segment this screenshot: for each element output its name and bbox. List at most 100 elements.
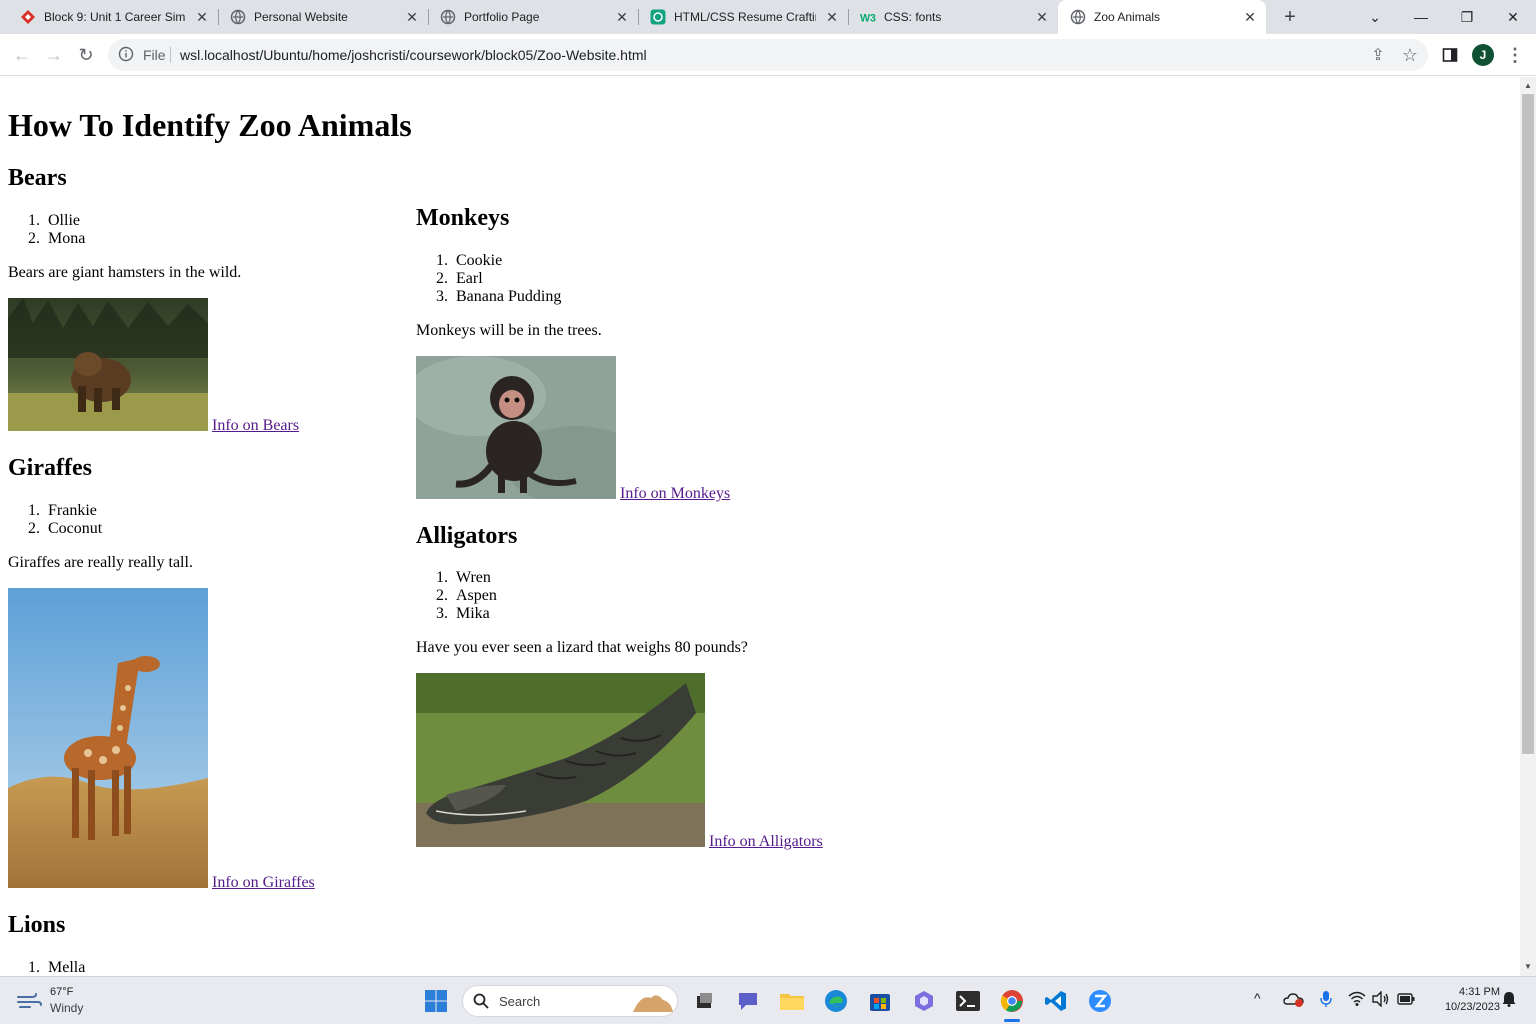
list-item: 2. Aspen bbox=[436, 587, 497, 604]
info-on-bears-link[interactable]: Info on Bears bbox=[212, 417, 299, 435]
info-on-giraffes-link[interactable]: Info on Giraffes bbox=[212, 874, 315, 892]
tab-resume-crafting[interactable]: HTML/CSS Resume Crafting ✕ bbox=[630, 0, 848, 34]
taskbar-search[interactable]: Search bbox=[462, 985, 678, 1017]
globe-icon bbox=[440, 9, 456, 25]
windows-taskbar: 67°F Windy Search ^ 4:31 PM 10/23/2023 bbox=[0, 976, 1536, 1024]
notification-bell-icon[interactable] bbox=[1502, 991, 1516, 1010]
monkey-image bbox=[416, 356, 616, 499]
monkeys-heading: Monkeys bbox=[416, 205, 510, 231]
list-item: 2. Coconut bbox=[28, 520, 103, 537]
task-view-icon[interactable] bbox=[690, 987, 718, 1015]
zoom-icon[interactable] bbox=[1086, 987, 1114, 1015]
page-title: How To Identify Zoo Animals bbox=[8, 107, 412, 143]
minimize-button[interactable]: — bbox=[1398, 0, 1444, 34]
close-tab-icon[interactable]: ✕ bbox=[614, 9, 630, 25]
list-item: 1. Mella bbox=[28, 959, 86, 976]
windows-start-icon[interactable] bbox=[422, 987, 450, 1015]
volume-icon[interactable] bbox=[1372, 990, 1390, 1010]
chrome-active-indicator bbox=[1004, 1019, 1020, 1022]
tab-title: Zoo Animals bbox=[1094, 10, 1161, 24]
list-item: 2. Mona bbox=[28, 230, 86, 247]
page-scrollbar[interactable]: ▲ ▼ bbox=[1520, 77, 1536, 976]
svg-text:W3: W3 bbox=[860, 12, 876, 24]
copilot-icon[interactable] bbox=[910, 987, 938, 1015]
globe-icon bbox=[1070, 9, 1086, 25]
side-panel-icon[interactable] bbox=[1437, 42, 1463, 68]
back-icon[interactable]: ← bbox=[9, 42, 35, 68]
list-item: 3. Mika bbox=[436, 605, 490, 622]
menu-icon[interactable]: ⋮ bbox=[1502, 42, 1528, 68]
close-tab-icon[interactable]: ✕ bbox=[824, 9, 840, 25]
giraffes-description: Giraffes are really really tall. bbox=[8, 554, 193, 571]
chat-icon[interactable] bbox=[734, 987, 762, 1015]
close-window-button[interactable]: ✕ bbox=[1490, 0, 1536, 34]
list-item: 1. Cookie bbox=[436, 252, 503, 269]
bookmark-star-icon[interactable]: ☆ bbox=[1397, 42, 1423, 68]
tab-title: Portfolio Page bbox=[464, 10, 540, 24]
clock-date: 10/23/2023 bbox=[1444, 1001, 1500, 1013]
show-hidden-icons[interactable]: ^ bbox=[1254, 990, 1261, 1006]
terminal-icon[interactable] bbox=[954, 987, 982, 1015]
new-tab-button[interactable]: + bbox=[1279, 6, 1301, 28]
tab-search-icon[interactable]: ⌄ bbox=[1352, 0, 1398, 34]
globe-icon bbox=[230, 9, 246, 25]
forward-icon[interactable]: → bbox=[41, 42, 67, 68]
info-on-monkeys-link[interactable]: Info on Monkeys bbox=[620, 485, 730, 503]
search-label: Search bbox=[499, 994, 541, 1009]
weather-temp: 67°F bbox=[50, 986, 74, 998]
alligators-description: Have you ever seen a lizard that weighs … bbox=[416, 639, 748, 656]
clock-time: 4:31 PM bbox=[1459, 986, 1500, 998]
info-icon[interactable] bbox=[118, 46, 134, 62]
w3schools-icon: W3 bbox=[860, 9, 876, 25]
list-item: 1. Frankie bbox=[28, 502, 97, 519]
scheme-label: File bbox=[143, 47, 166, 63]
microsoft-store-icon[interactable] bbox=[866, 987, 894, 1015]
share-icon[interactable]: ⇪ bbox=[1365, 42, 1391, 68]
profile-avatar[interactable]: J bbox=[1472, 44, 1494, 66]
wind-icon bbox=[16, 991, 42, 1016]
weather-widget[interactable]: 67°F Windy bbox=[14, 985, 124, 1017]
tab-title: Personal Website bbox=[254, 10, 348, 24]
diamond-red-icon bbox=[20, 9, 36, 25]
wifi-icon[interactable] bbox=[1348, 991, 1366, 1010]
info-on-alligators-link[interactable]: Info on Alligators bbox=[709, 833, 823, 851]
giraffe-image bbox=[8, 588, 208, 888]
onedrive-icon[interactable] bbox=[1283, 991, 1305, 1010]
tab-zoo-animals[interactable]: Zoo Animals ✕ bbox=[1058, 0, 1266, 34]
tab-career-simulation[interactable]: Block 9: Unit 1 Career Simu ✕ bbox=[0, 0, 218, 34]
chrome-icon[interactable] bbox=[998, 987, 1026, 1015]
close-tab-icon[interactable]: ✕ bbox=[194, 9, 210, 25]
microphone-icon[interactable] bbox=[1319, 990, 1333, 1011]
scroll-thumb[interactable] bbox=[1522, 94, 1534, 754]
scroll-up-icon[interactable]: ▲ bbox=[1520, 81, 1536, 91]
url-text[interactable]: wsl.localhost/Ubuntu/home/joshcristi/cou… bbox=[180, 47, 647, 63]
scroll-down-icon[interactable]: ▼ bbox=[1520, 962, 1536, 972]
reload-icon[interactable]: ↻ bbox=[73, 42, 99, 68]
tab-personal-website[interactable]: Personal Website ✕ bbox=[210, 0, 428, 34]
page-viewport: How To Identify Zoo Animals Bears 1. Olli… bbox=[0, 77, 1520, 976]
monkeys-description: Monkeys will be in the trees. bbox=[416, 322, 602, 339]
alligators-heading: Alligators bbox=[416, 523, 518, 549]
search-icon bbox=[473, 993, 489, 1014]
address-bar[interactable]: File wsl.localhost/Ubuntu/home/joshcrist… bbox=[108, 39, 1428, 71]
lions-heading: Lions bbox=[8, 912, 66, 938]
restore-button[interactable]: ❐ bbox=[1444, 0, 1490, 34]
tab-portfolio-page[interactable]: Portfolio Page ✕ bbox=[420, 0, 638, 34]
file-explorer-icon[interactable] bbox=[778, 987, 806, 1015]
tab-title: HTML/CSS Resume Crafting bbox=[674, 10, 816, 24]
close-tab-icon[interactable]: ✕ bbox=[1034, 9, 1050, 25]
search-highlight-icon bbox=[631, 990, 675, 1019]
tab-css-fonts[interactable]: W3 CSS: fonts ✕ bbox=[840, 0, 1058, 34]
chatgpt-icon bbox=[650, 9, 666, 25]
close-tab-icon[interactable]: ✕ bbox=[404, 9, 420, 25]
edge-icon[interactable] bbox=[822, 987, 850, 1015]
close-tab-icon[interactable]: ✕ bbox=[1242, 9, 1258, 25]
alligator-image bbox=[416, 673, 705, 847]
bear-image bbox=[8, 298, 208, 431]
list-item: 2. Earl bbox=[436, 270, 483, 287]
browser-toolbar: ← → ↻ File wsl.localhost/Ubuntu/home/jos… bbox=[0, 34, 1536, 76]
battery-icon[interactable] bbox=[1397, 993, 1415, 1008]
vscode-icon[interactable] bbox=[1042, 987, 1070, 1015]
tab-strip: Block 9: Unit 1 Career Simu ✕ Personal W… bbox=[0, 0, 1536, 34]
system-clock[interactable]: 4:31 PM 10/23/2023 bbox=[1420, 985, 1500, 1017]
